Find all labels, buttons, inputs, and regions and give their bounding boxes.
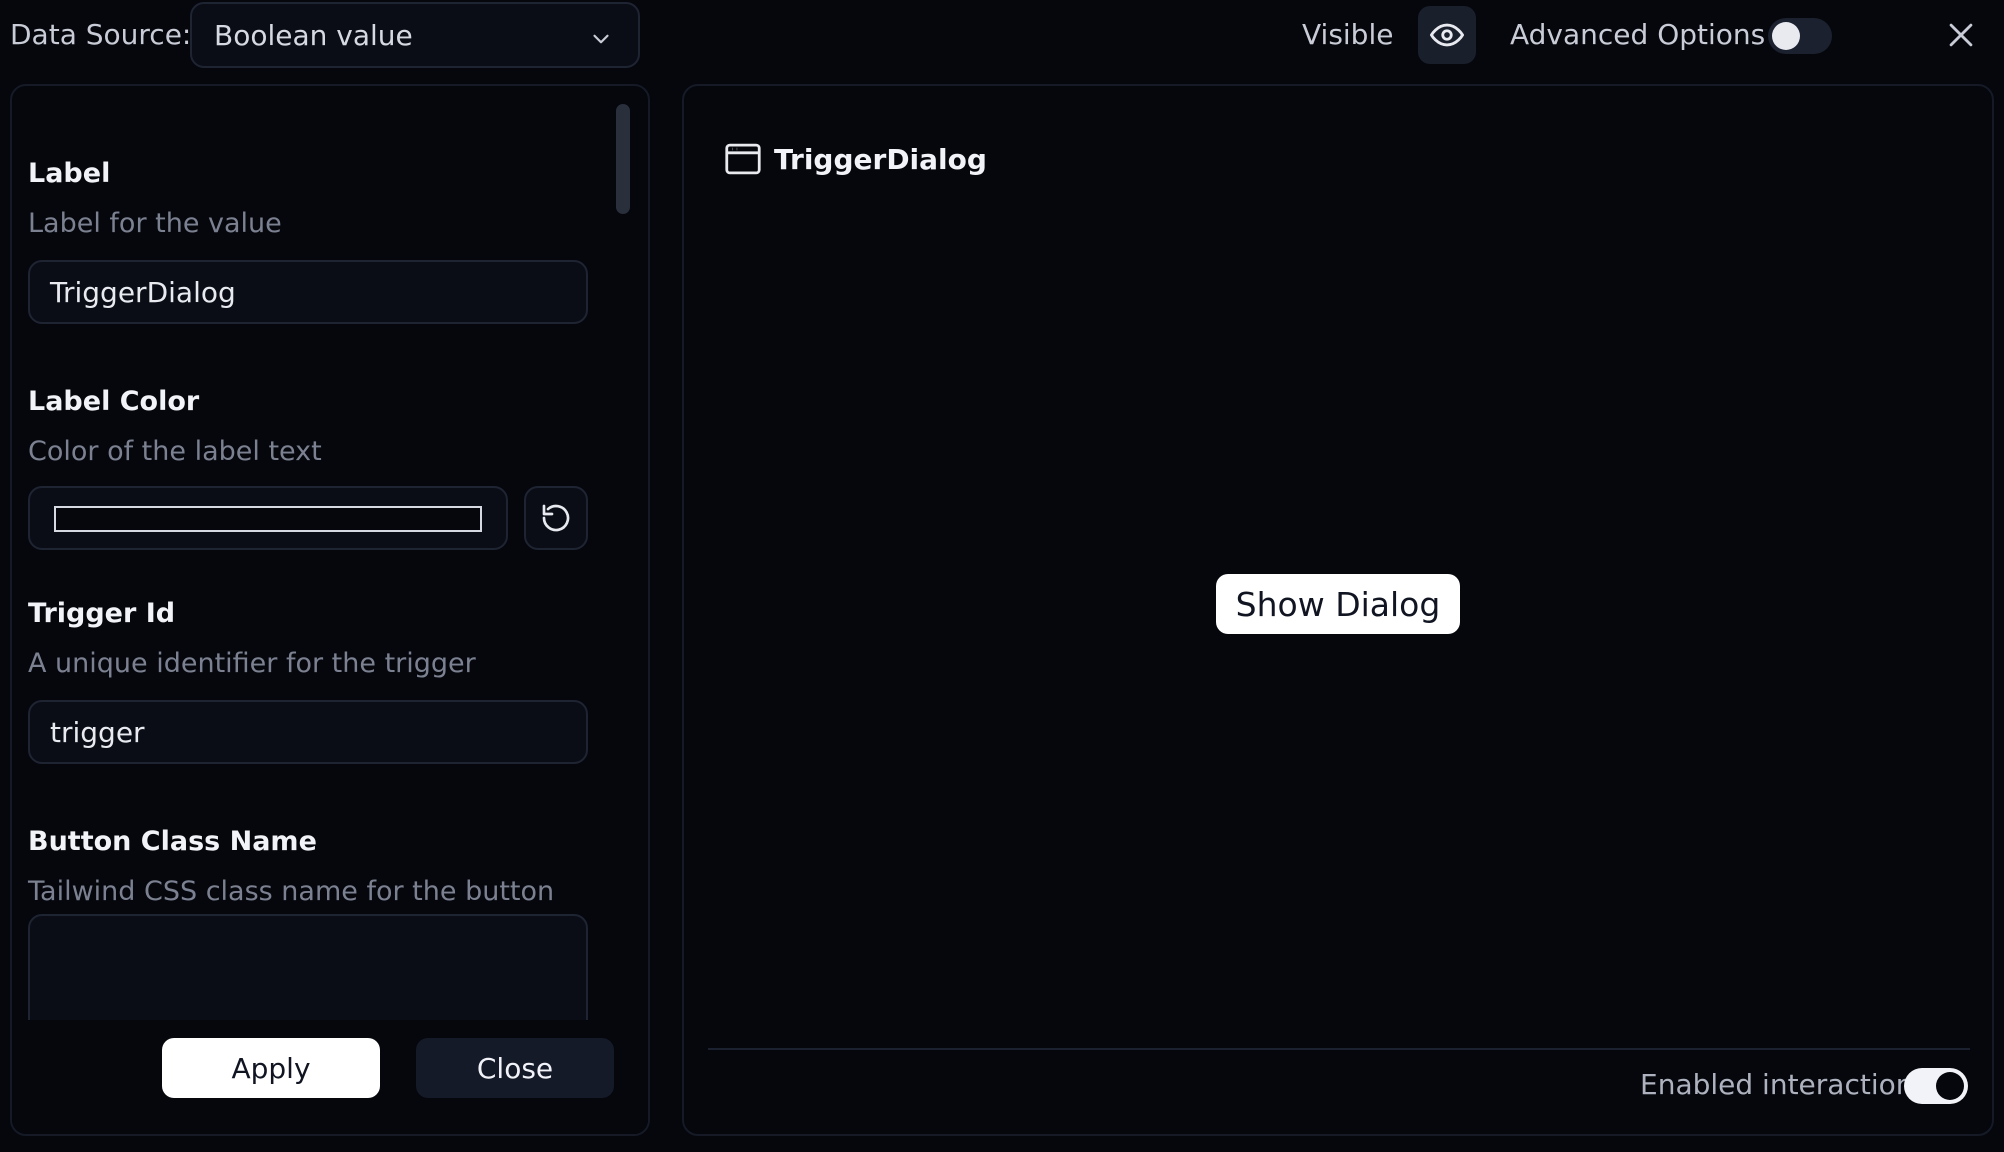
label-field-title: Label xyxy=(28,158,111,189)
visibility-toggle-button[interactable] xyxy=(1418,6,1476,64)
color-swatch[interactable] xyxy=(54,506,482,532)
toggle-knob xyxy=(1772,22,1800,50)
enabled-interactions-toggle[interactable] xyxy=(1904,1068,1968,1104)
preview-header: TriggerDialog xyxy=(724,142,987,176)
label-field-description: Label for the value xyxy=(28,208,282,239)
data-source-select[interactable]: Boolean value xyxy=(190,2,640,68)
apply-button[interactable]: Apply xyxy=(162,1038,380,1098)
data-source-value: Boolean value xyxy=(214,18,413,52)
trigger-id-field-title: Trigger Id xyxy=(28,598,176,629)
top-bar: Data Source: Boolean value Visible Advan… xyxy=(0,0,2004,72)
label-color-picker[interactable] xyxy=(28,486,508,550)
advanced-options-toggle[interactable] xyxy=(1768,18,1832,54)
window-icon xyxy=(725,143,761,175)
trigger-id-field-description: A unique identifier for the trigger xyxy=(28,648,476,679)
enabled-interactions-label: Enabled interactions xyxy=(1640,1068,1929,1101)
label-input-value: TriggerDialog xyxy=(50,275,236,309)
data-source-label: Data Source: xyxy=(10,18,192,51)
reset-icon xyxy=(542,504,570,532)
reset-color-button[interactable] xyxy=(524,486,588,550)
show-dialog-button[interactable]: Show Dialog xyxy=(1216,574,1460,634)
visible-label: Visible xyxy=(1302,18,1394,51)
preview-title: TriggerDialog xyxy=(774,142,987,176)
label-color-field-title: Label Color xyxy=(28,386,200,417)
trigger-id-input-value: trigger xyxy=(50,715,145,749)
close-button[interactable]: Close xyxy=(416,1038,614,1098)
preview-panel: TriggerDialog Show Dialog Enabled intera… xyxy=(682,84,1994,1136)
scrollbar[interactable] xyxy=(616,104,630,214)
label-input[interactable]: TriggerDialog xyxy=(28,260,588,324)
advanced-options-label: Advanced Options xyxy=(1510,18,1766,51)
settings-panel: Label Label for the value TriggerDialog … xyxy=(10,84,650,1136)
close-icon[interactable] xyxy=(1944,18,1978,52)
button-class-name-field-title: Button Class Name xyxy=(28,826,317,857)
divider xyxy=(708,1048,1970,1050)
chevron-down-icon xyxy=(593,34,609,44)
trigger-id-input[interactable]: trigger xyxy=(28,700,588,764)
toggle-knob xyxy=(1936,1072,1964,1100)
button-class-name-field-description: Tailwind CSS class name for the button xyxy=(28,876,555,907)
eye-icon xyxy=(1430,23,1464,47)
label-color-field-description: Color of the label text xyxy=(28,436,322,467)
